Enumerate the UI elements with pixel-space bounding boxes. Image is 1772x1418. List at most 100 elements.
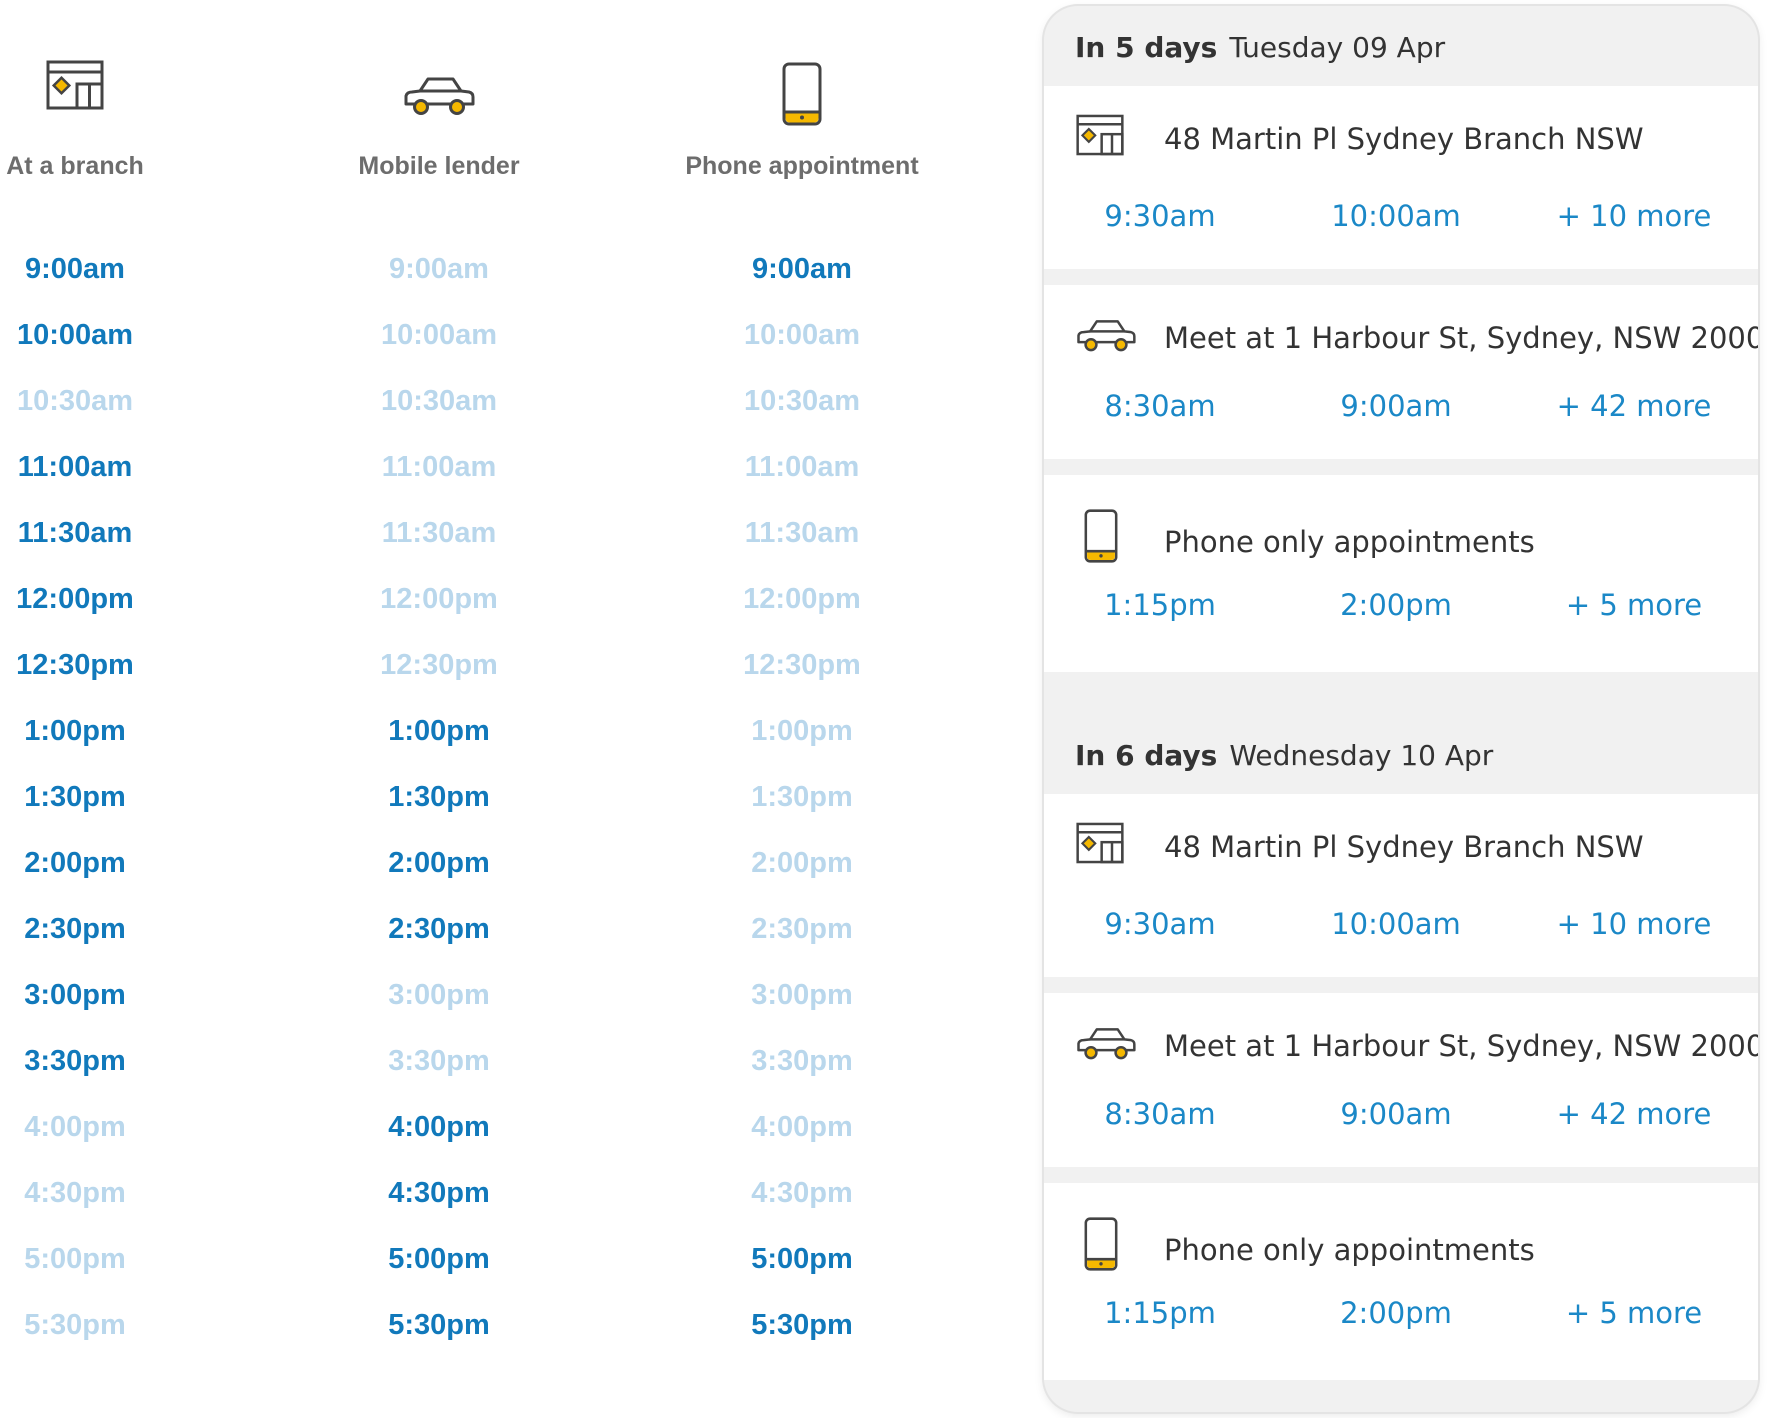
time-slot-available[interactable]: 1:30pm [0,768,205,834]
time-slot-unavailable: 4:30pm [24,1177,126,1209]
time-slot-unavailable: 3:30pm [388,1045,490,1077]
time-slot-unavailable: 12:30pm [743,649,861,681]
branch-icon [1076,822,1124,868]
time-option[interactable]: 10:00am [1331,199,1461,233]
time-slot-unavailable: 9:00am [389,253,489,285]
appointment-entry-branch: 48 Martin Pl Sydney Branch NSW 9:30am 10… [1044,86,1758,269]
more-times-link[interactable]: + 5 more [1566,588,1702,622]
time-option[interactable]: 9:30am [1104,199,1215,233]
time-options: 1:15pm 2:00pm + 5 more [1044,588,1758,628]
time-slot-available[interactable]: 11:00am [0,438,205,504]
time-option[interactable]: 8:30am [1104,1097,1215,1131]
time-slot-unavailable: 11:30am [744,517,860,549]
time-slot-available[interactable]: 2:30pm [0,900,205,966]
column-at-a-branch: At a branch 9:00am 10:00am 10:30am 11:00am 1… [0,0,205,1341]
day-date: Tuesday 09 Apr [1229,31,1446,64]
time-slot-available[interactable]: 2:00pm [0,834,205,900]
location-title: Meet at 1 Harbour St, Sydney, NSW 2000 [1164,1029,1758,1063]
time-slot-unavailable: 1:00pm [751,715,853,747]
time-slot-available[interactable]: 5:30pm [309,1296,569,1362]
time-slot-available[interactable]: 9:00am [672,240,932,306]
location-title: 48 Martin Pl Sydney Branch NSW [1164,122,1644,156]
location-title: 48 Martin Pl Sydney Branch NSW [1164,830,1644,864]
branch-icon [1076,114,1124,160]
branch-icon [46,60,104,115]
time-slot-available[interactable]: 1:30pm [309,768,569,834]
time-slot-unavailable: 3:00pm [751,979,853,1011]
more-times-link[interactable]: + 10 more [1557,907,1712,941]
time-slot-available[interactable]: 1:00pm [309,702,569,768]
time-slot-available[interactable]: 2:00pm [309,834,569,900]
time-slot-available[interactable]: 10:00am [0,306,205,372]
time-option[interactable]: 1:15pm [1104,588,1216,622]
time-slot-available[interactable]: 4:00pm [309,1098,569,1164]
time-slot-unavailable: 1:30pm [751,781,853,813]
more-times-link[interactable]: + 5 more [1566,1296,1702,1330]
location-title: Phone only appointments [1164,525,1535,559]
slot-list: 9:00am 10:00am 10:30am 11:00am 11:30am 12:00p… [672,240,932,1362]
day-header: In 6 days Wednesday 10 Apr [1044,714,1758,794]
upcoming-appointments-card: In 5 days Tuesday 09 Apr 48 Martin Pl Syd… [1044,6,1758,1412]
time-slot-available[interactable]: 3:00pm [0,966,205,1032]
slot-list: 9:00am 10:00am 10:30am 11:00am 11:30am 12:00p… [0,240,205,1362]
more-times-link[interactable]: + 42 more [1557,1097,1712,1131]
car-icon [1076,317,1136,358]
time-options: 8:30am 9:00am + 42 more [1044,1097,1758,1137]
day-relative: In 5 days [1075,31,1218,64]
time-slot-available[interactable]: 12:30pm [0,636,205,702]
appointment-entry-branch: 48 Martin Pl Sydney Branch NSW 9:30am 10… [1044,794,1758,977]
time-options: 9:30am 10:00am + 10 more [1044,199,1758,239]
time-slot-available[interactable]: 1:00pm [0,702,205,768]
more-times-link[interactable]: + 42 more [1557,389,1712,423]
time-slot-unavailable: 12:00pm [380,583,498,615]
time-slot-available[interactable]: 5:00pm [672,1230,932,1296]
column-mobile-lender: Mobile lender 9:00am 10:00am 10:30am 11:00a… [309,0,569,1341]
time-option[interactable]: 9:30am [1104,907,1215,941]
time-slot-available[interactable]: 5:30pm [672,1296,932,1362]
time-slot-unavailable: 10:00am [743,319,861,351]
time-slot-available[interactable]: 4:30pm [309,1164,569,1230]
time-slot-unavailable: 4:30pm [751,1177,853,1209]
time-option[interactable]: 8:30am [1104,389,1215,423]
phone-icon [1084,1217,1118,1275]
day-header: In 5 days Tuesday 09 Apr [1044,6,1758,86]
time-slot-unavailable: 3:00pm [388,979,490,1011]
column-label: At a branch [6,152,144,180]
time-option[interactable]: 2:00pm [1340,1296,1452,1330]
time-slot-unavailable: 4:00pm [24,1111,126,1143]
column-label: Mobile lender [358,152,520,180]
time-slot-unavailable: 11:00am [381,451,497,483]
appointment-entry-mobile: Meet at 1 Harbour St, Sydney, NSW 2000 8… [1044,285,1758,459]
time-slot-unavailable: 10:30am [16,385,134,417]
time-slot-unavailable: 3:30pm [751,1045,853,1077]
time-slot-available[interactable]: 2:30pm [309,900,569,966]
time-option[interactable]: 9:00am [1340,389,1451,423]
time-slot-unavailable: 10:30am [743,385,861,417]
time-slot-available[interactable]: 3:30pm [0,1032,205,1098]
day-relative: In 6 days [1075,739,1218,772]
time-slot-unavailable: 4:00pm [751,1111,853,1143]
time-slot-available[interactable]: 11:30am [0,504,205,570]
time-option[interactable]: 10:00am [1331,907,1461,941]
time-slot-available[interactable]: 9:00am [0,240,205,306]
more-times-link[interactable]: + 10 more [1557,199,1712,233]
time-slot-unavailable: 12:30pm [380,649,498,681]
time-options: 9:30am 10:00am + 10 more [1044,907,1758,947]
time-slot-unavailable: 5:00pm [24,1243,126,1275]
column-phone-appointment: Phone appointment 9:00am 10:00am 10:30am 11… [672,0,932,1341]
time-option[interactable]: 1:15pm [1104,1296,1216,1330]
time-slot-unavailable: 10:00am [380,319,498,351]
time-slot-unavailable: 11:30am [381,517,497,549]
time-slot-unavailable: 2:00pm [751,847,853,879]
time-slot-available[interactable]: 5:00pm [309,1230,569,1296]
car-icon [1076,1025,1136,1066]
time-option[interactable]: 9:00am [1340,1097,1451,1131]
time-slot-available[interactable]: 12:00pm [0,570,205,636]
slot-list: 9:00am 10:00am 10:30am 11:00am 11:30am 12:00p… [309,240,569,1362]
appointment-entry-phone: Phone only appointments 1:15pm 2:00pm + … [1044,475,1758,672]
time-slot-unavailable: 10:30am [380,385,498,417]
time-options: 1:15pm 2:00pm + 5 more [1044,1296,1758,1336]
time-option[interactable]: 2:00pm [1340,588,1452,622]
column-label: Phone appointment [685,152,919,180]
day-date: Wednesday 10 Apr [1229,739,1494,772]
